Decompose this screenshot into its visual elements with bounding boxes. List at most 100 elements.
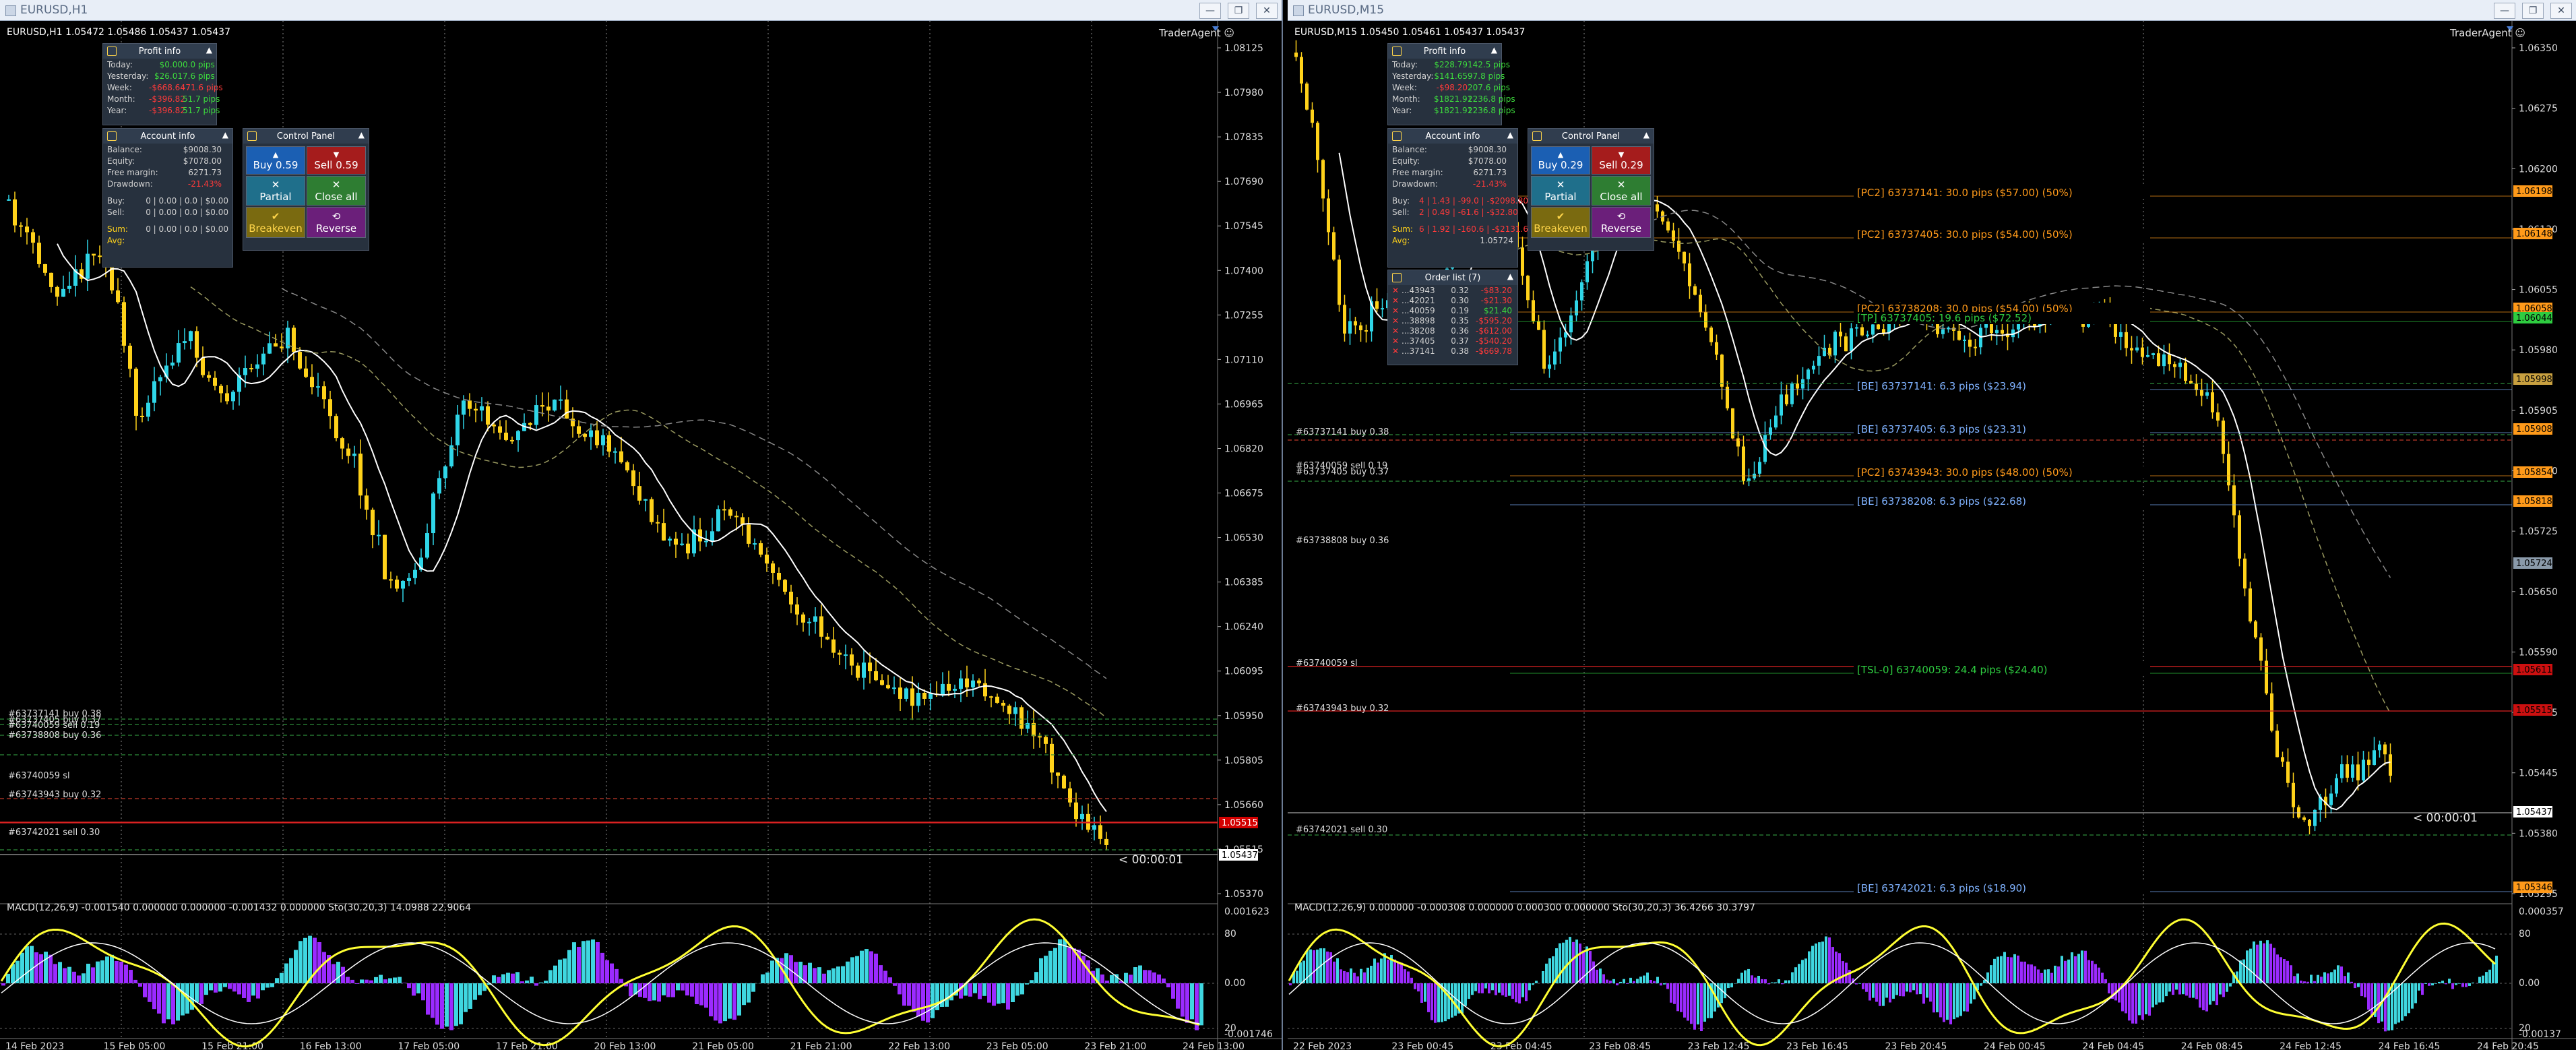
- macd-bar: [591, 939, 595, 983]
- price-tick-label: 1.07400: [1224, 266, 1263, 276]
- candle: [474, 408, 478, 411]
- macd-bar: [1562, 942, 1565, 983]
- collapse-icon[interactable]: ▲: [1507, 130, 1513, 140]
- close-order-icon[interactable]: ✕: [1392, 286, 1402, 295]
- close-button[interactable]: ✕: [1256, 3, 1278, 19]
- collapse-icon[interactable]: ▲: [1643, 130, 1650, 140]
- order-row[interactable]: ✕ ...37141 0.38 -$669.78: [1388, 346, 1517, 356]
- macd-bar: [1983, 980, 1986, 983]
- macd-bar: [1788, 980, 1790, 983]
- macd-bar: [1552, 956, 1554, 983]
- sell-button[interactable]: ▼ Sell 0.59: [307, 146, 366, 175]
- close-order-icon[interactable]: ✕: [1392, 316, 1402, 326]
- refresh-icon[interactable]: [1392, 47, 1402, 56]
- macd-bar: [1778, 979, 1780, 983]
- breakeven-button[interactable]: ✔ Breakeven: [246, 207, 305, 238]
- reverse-button[interactable]: ⟲ Reverse: [307, 207, 366, 238]
- macd-bar: [2468, 983, 2471, 986]
- buy-button[interactable]: ▲ Buy 0.59: [246, 146, 305, 175]
- collapse-icon[interactable]: ▲: [1491, 45, 1497, 55]
- chart-window-m15[interactable]: EURUSD,M15 — ❐ ✕ 1.06350 1.06275 1.06200 1.…: [1288, 0, 2576, 1050]
- order-row[interactable]: ✕ ...40059 0.19 $21.40: [1388, 305, 1517, 315]
- candle: [2151, 353, 2155, 355]
- candle: [2265, 660, 2268, 693]
- order-row[interactable]: ✕ ...38898 0.35 -$595.20: [1388, 315, 1517, 326]
- candle: [492, 425, 496, 427]
- collapse-icon[interactable]: ▲: [222, 130, 228, 140]
- price-box-label: 1.05724: [2516, 559, 2552, 569]
- collapse-icon[interactable]: ▲: [358, 130, 365, 140]
- account-row: Drawdown: -21.43%: [1388, 178, 1517, 189]
- macd-bar: [53, 964, 57, 983]
- chart-window-h1[interactable]: EURUSD,H1 — ❐ ✕ 1.08125 1.07980 1.07835 1.0…: [0, 0, 1283, 1050]
- macd-bar: [261, 983, 265, 991]
- macd-bar: [1970, 983, 1972, 1004]
- candle: [607, 435, 611, 452]
- close-order-icon[interactable]: ✕: [1392, 326, 1402, 336]
- control-panel: Control Panel ▲ ▲ Buy 0.59 ▼ Sell 0.59 ✕ Par…: [243, 128, 369, 251]
- maximize-button[interactable]: ❐: [2522, 3, 2544, 19]
- macd-bar: [1643, 975, 1645, 983]
- close-all-button[interactable]: ✕ Close all: [1592, 176, 1651, 206]
- candle: [2313, 809, 2317, 826]
- candle: [1026, 722, 1030, 729]
- candle: [225, 393, 229, 402]
- indicator-label: MACD(12,26,9) -0.001540 0.000000 0.00000…: [7, 902, 472, 913]
- order-row[interactable]: ✕ ...42021 0.30 -$21.30: [1388, 295, 1517, 305]
- macd-bar: [1356, 976, 1359, 983]
- time-tick-label: 23 Feb 12:45: [1688, 1041, 1750, 1050]
- close-all-button[interactable]: ✕ Close all: [307, 176, 366, 206]
- macd-bar: [902, 983, 906, 1006]
- macd-bar: [2384, 983, 2387, 1032]
- sell-button[interactable]: ▼ Sell 0.29: [1592, 146, 1651, 175]
- collapse-icon[interactable]: ▲: [206, 45, 212, 55]
- account-label: Free margin:: [1392, 167, 1443, 177]
- account-label: Avg:: [107, 235, 125, 245]
- trader-agent-label: TraderAgent ☺: [2450, 27, 2526, 39]
- candle: [898, 687, 902, 699]
- candle: [425, 533, 429, 558]
- refresh-icon[interactable]: [107, 47, 117, 56]
- close-order-icon[interactable]: ✕: [1392, 296, 1402, 305]
- macd-bar: [1048, 950, 1053, 983]
- candle: [874, 671, 878, 681]
- macd-bar: [1199, 983, 1203, 1026]
- macd-bar: [1133, 967, 1137, 983]
- breakeven-button[interactable]: ✔ Breakeven: [1531, 207, 1590, 238]
- close-order-icon[interactable]: ✕: [1392, 346, 1402, 356]
- maximize-button[interactable]: ❐: [1228, 3, 1249, 19]
- minimize-button[interactable]: —: [1199, 3, 1221, 19]
- collapse-icon[interactable]: ▲: [1507, 272, 1513, 281]
- price-tick-label: 1.05725: [2519, 526, 2558, 537]
- macd-bar: [1067, 948, 1071, 983]
- order-row[interactable]: ✕ ...38208 0.36 -$612.00: [1388, 326, 1517, 336]
- order-row[interactable]: ✕ ...37405 0.37 -$540.20: [1388, 336, 1517, 346]
- candle: [1375, 301, 1379, 309]
- buy-button[interactable]: ▲ Buy 0.29: [1531, 146, 1590, 175]
- macd-bar: [1488, 983, 1490, 993]
- macd-bar: [2189, 983, 2191, 998]
- close-all-label: Close all: [315, 191, 358, 203]
- reverse-button[interactable]: ⟲ Reverse: [1592, 207, 1651, 238]
- trade-level-label: [PC2] 63737405: 30.0 pips ($54.00) (50%): [1857, 228, 2073, 241]
- partial-button[interactable]: ✕ Partial: [1531, 176, 1590, 206]
- close-order-icon[interactable]: ✕: [1392, 336, 1402, 346]
- macd-bar: [1350, 968, 1352, 983]
- candle: [1785, 394, 1788, 404]
- order-row[interactable]: ✕ ...43943 0.32 -$83.20: [1388, 285, 1517, 295]
- close-button[interactable]: ✕: [2550, 3, 2572, 19]
- minimize-button[interactable]: —: [2494, 3, 2515, 19]
- time-tick-label: 23 Feb 08:45: [1589, 1041, 1651, 1050]
- macd-bar: [1949, 983, 1952, 1024]
- close-order-icon[interactable]: ✕: [1392, 306, 1402, 315]
- candle: [1774, 415, 1778, 428]
- window-titlebar[interactable]: EURUSD,H1 — ❐ ✕: [0, 0, 1282, 21]
- indicator-tick-label: 0.00: [1224, 978, 1245, 989]
- window-titlebar[interactable]: EURUSD,M15 — ❐ ✕: [1288, 0, 2576, 21]
- macd-bar: [2007, 956, 2009, 983]
- macd-bar: [431, 983, 435, 1018]
- candle: [1877, 324, 1880, 330]
- macd-bar: [1525, 983, 1528, 1001]
- macd-bar: [96, 961, 100, 983]
- partial-button[interactable]: ✕ Partial: [246, 176, 305, 206]
